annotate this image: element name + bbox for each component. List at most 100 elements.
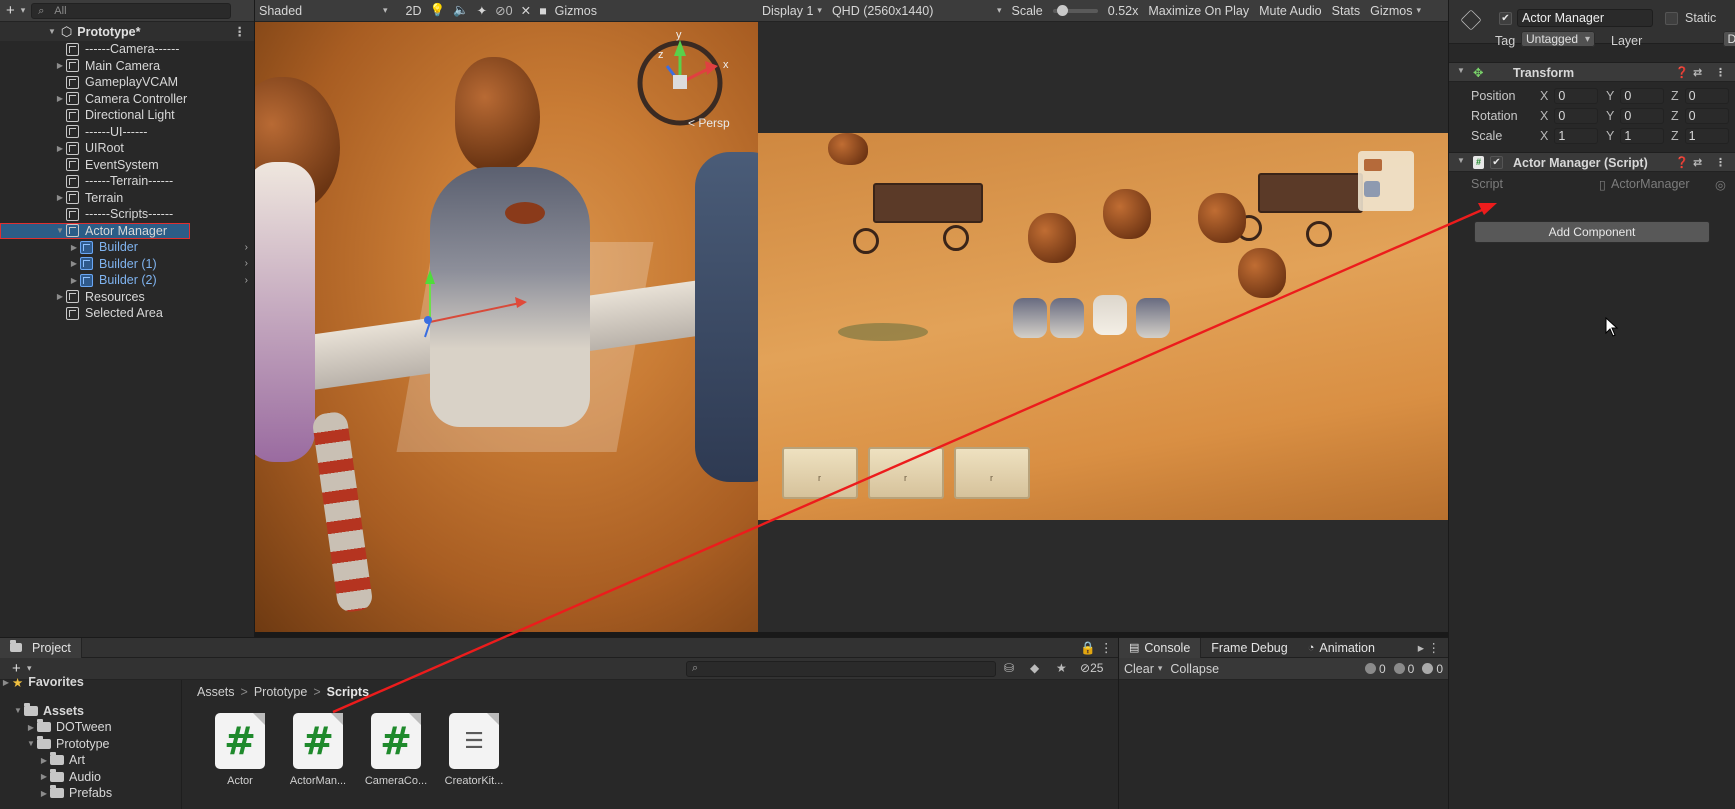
scale-y-field[interactable]: 1: [1620, 128, 1665, 144]
chevron-right-icon[interactable]: ▶: [38, 772, 50, 781]
maximize-on-play-toggle[interactable]: Maximize On Play: [1148, 4, 1249, 18]
chevron-right-icon[interactable]: ▶: [54, 94, 66, 103]
chevron-down-icon[interactable]: ▼: [1457, 156, 1465, 165]
scale-slider-thumb[interactable]: [1056, 4, 1068, 16]
chevron-right-icon[interactable]: ▶: [25, 723, 37, 732]
chevron-down-icon[interactable]: ▼: [1457, 66, 1465, 75]
chevron-down-icon[interactable]: ▾: [817, 5, 822, 16]
scene-gizmos-dropdown[interactable]: Gizmos: [555, 4, 597, 18]
position-x-field[interactable]: 0: [1554, 88, 1599, 104]
kebab-menu-icon[interactable]: ⋮: [234, 24, 247, 39]
build-card[interactable]: [954, 447, 1030, 499]
build-card[interactable]: [868, 447, 944, 499]
hierarchy-item[interactable]: ▼ Actor Manager: [0, 222, 190, 239]
rotation-z-field[interactable]: 0: [1684, 108, 1729, 124]
chevron-right-icon[interactable]: ▶: [38, 756, 50, 765]
chevron-right-icon[interactable]: ▶: [0, 678, 12, 687]
chevron-right-icon[interactable]: ▶: [54, 292, 66, 301]
warning-count-badge[interactable]: 0: [1393, 662, 1414, 676]
hierarchy-item[interactable]: ------UI------: [0, 124, 254, 141]
tab-animation[interactable]: ◔ Animation: [1298, 638, 1385, 658]
play-more-icon[interactable]: ▸ ⋮: [1418, 640, 1440, 655]
hierarchy-item[interactable]: ▶ Main Camera: [0, 58, 254, 75]
effects-icon[interactable]: ✦: [477, 3, 487, 18]
position-y-field[interactable]: 0: [1620, 88, 1665, 104]
filter-type-icon[interactable]: ⛁: [1004, 661, 1014, 675]
project-file[interactable]: # CameraCo...: [361, 713, 431, 787]
chevron-down-icon[interactable]: ▾: [21, 5, 26, 16]
object-name-field[interactable]: Actor Manager: [1517, 9, 1653, 27]
preset-icon[interactable]: ⇄: [1693, 66, 1702, 79]
folder-row[interactable]: ▶ Audio: [0, 768, 181, 786]
project-file[interactable]: ☰ CreatorKit...: [439, 713, 509, 787]
chevron-right-icon[interactable]: ▶: [68, 243, 80, 252]
hierarchy-item[interactable]: ------Camera------: [0, 41, 254, 58]
hierarchy-item[interactable]: ▶ Resources: [0, 289, 254, 306]
chevron-right-icon[interactable]: ▶: [54, 61, 66, 70]
folder-row[interactable]: ▶ Prefabs: [0, 785, 181, 802]
chevron-right-icon[interactable]: ›: [245, 258, 248, 269]
chevron-right-icon[interactable]: ▶: [54, 144, 66, 153]
chevron-down-icon[interactable]: ▾: [27, 663, 32, 674]
transform-header[interactable]: ▼ ✥ Transform ❓ ⇄ ⋮: [1449, 62, 1735, 82]
tag-dropdown[interactable]: Untagged: [1521, 31, 1596, 47]
chevron-down-icon[interactable]: ▾: [1158, 663, 1163, 674]
add-component-button[interactable]: Add Component: [1474, 221, 1710, 243]
add-icon[interactable]: +: [6, 2, 15, 19]
component-enabled-checkbox[interactable]: ✔: [1490, 156, 1503, 169]
lighting-icon[interactable]: 💡: [430, 3, 446, 18]
layer-dropdown[interactable]: Default: [1722, 31, 1735, 47]
hierarchy-item[interactable]: Selected Area: [0, 305, 254, 322]
game-gizmos-toggle[interactable]: Gizmos: [1370, 4, 1412, 18]
folder-row[interactable]: ▶ Art: [0, 752, 181, 769]
chevron-down-icon[interactable]: ▾: [1417, 5, 1422, 16]
hierarchy-item[interactable]: EventSystem: [0, 157, 254, 174]
collapse-toggle[interactable]: Collapse: [1170, 662, 1219, 676]
perspective-label[interactable]: < Persp: [688, 116, 730, 130]
chevron-right-icon[interactable]: ▶: [68, 276, 80, 285]
chevron-down-icon[interactable]: ▾: [383, 5, 388, 16]
kebab-menu-icon[interactable]: ⋮: [1100, 640, 1113, 655]
chevron-right-icon[interactable]: ▶: [54, 193, 66, 202]
hierarchy-search-input[interactable]: ⌕ All: [31, 2, 232, 19]
visibility-icon[interactable]: ⊘0: [495, 3, 512, 18]
hierarchy-item[interactable]: ▶ Terrain: [0, 190, 254, 207]
chevron-down-icon[interactable]: ▼: [25, 739, 37, 748]
chevron-down-icon[interactable]: ▼: [48, 27, 56, 36]
toggle-2d-button[interactable]: 2D: [406, 4, 422, 18]
position-z-field[interactable]: 0: [1684, 88, 1729, 104]
project-search-input[interactable]: ⌕: [686, 661, 996, 677]
static-checkbox[interactable]: [1665, 12, 1678, 25]
hidden-packages-icon[interactable]: ⊘25: [1080, 661, 1103, 675]
chevron-down-icon[interactable]: ▾: [997, 5, 1002, 16]
scale-z-field[interactable]: 1: [1684, 128, 1729, 144]
hierarchy-item[interactable]: GameplayVCAM: [0, 74, 254, 91]
chevron-right-icon[interactable]: ▶: [68, 259, 80, 268]
favorite-star-icon[interactable]: ★: [1056, 661, 1067, 675]
scene-header[interactable]: ▼ ⬡ Prototype* ⋮: [0, 22, 254, 41]
hierarchy-item[interactable]: ▶ Camera Controller: [0, 91, 254, 108]
stats-toggle[interactable]: Stats: [1332, 4, 1361, 18]
breadcrumb-item[interactable]: Prototype: [254, 685, 308, 699]
lock-icon[interactable]: 🔒: [1080, 641, 1096, 656]
camera-icon[interactable]: ■: [539, 4, 547, 18]
favorites-row[interactable]: ▶ ★ Favorites: [0, 674, 181, 691]
move-gizmo[interactable]: [415, 262, 545, 352]
object-picker-icon[interactable]: ◎: [1715, 177, 1726, 192]
scale-slider[interactable]: [1052, 4, 1098, 16]
script-component-header[interactable]: ▼ # ✔ Actor Manager (Script) ❓ ⇄ ⋮: [1449, 152, 1735, 172]
rotation-y-field[interactable]: 0: [1620, 108, 1665, 124]
chevron-down-icon[interactable]: ▼: [12, 706, 24, 715]
game-viewport[interactable]: [758, 133, 1448, 520]
folder-row[interactable]: ▼ Assets: [0, 702, 181, 720]
breadcrumb-item[interactable]: Assets: [197, 685, 235, 699]
tools-icon[interactable]: ✕: [521, 3, 531, 18]
active-checkbox[interactable]: ✔: [1499, 12, 1512, 25]
shading-mode-dropdown[interactable]: Shaded: [259, 4, 379, 18]
audio-icon[interactable]: 🔈: [453, 3, 469, 18]
folder-row[interactable]: ▶ DOTween: [0, 719, 181, 736]
orientation-gizmo[interactable]: y z x: [625, 28, 745, 128]
hierarchy-item[interactable]: ▶ Builder (1) ›: [0, 256, 254, 273]
tab-project[interactable]: Project: [0, 637, 82, 658]
chevron-right-icon[interactable]: ›: [245, 275, 248, 286]
